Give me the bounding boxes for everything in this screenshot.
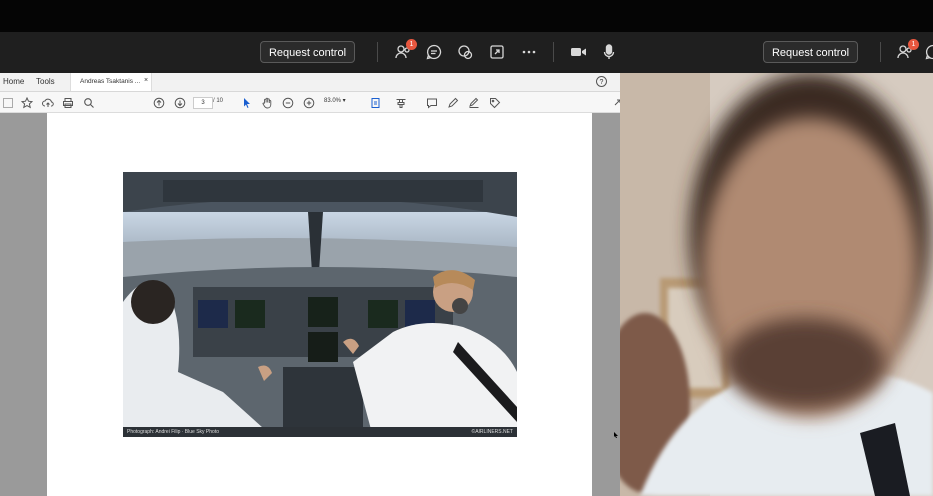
share-screen-icon[interactable] xyxy=(488,43,506,61)
sign-icon[interactable] xyxy=(468,96,480,108)
pdf-toolbar: 3 / 10 83.0% ▾ xyxy=(0,92,620,113)
request-control-button-2[interactable]: Request control xyxy=(763,41,858,63)
share-link-icon[interactable] xyxy=(611,96,620,108)
zoom-level-value: 83.0% xyxy=(324,98,342,104)
hand-tool-icon[interactable] xyxy=(261,96,273,109)
mouse-cursor-icon xyxy=(614,425,618,438)
request-control-button[interactable]: Request control xyxy=(260,41,355,63)
photo-caption: Photograph: Andrei Filip · Blue Sky Phot… xyxy=(127,429,219,435)
photo-credit: ©AIRLINERS.NET xyxy=(471,429,513,435)
stamp-tool-icon[interactable] xyxy=(395,96,407,108)
participants-icon-2[interactable]: 1 xyxy=(896,39,919,61)
fit-page-icon[interactable] xyxy=(370,96,382,108)
toolbar-divider xyxy=(553,42,554,62)
search-icon[interactable] xyxy=(83,96,95,108)
tag-icon[interactable] xyxy=(489,96,501,109)
bookmark-star-icon[interactable] xyxy=(20,96,34,109)
toolbar-divider xyxy=(377,42,378,62)
zoom-in-icon[interactable] xyxy=(303,96,315,109)
pdf-tab-bar: Home Tools Andreas Tsaktanis ... × ? xyxy=(0,73,620,92)
chat-icon[interactable] xyxy=(425,43,443,61)
tab-tools[interactable]: Tools xyxy=(36,77,55,86)
window-top-bar xyxy=(0,0,933,32)
more-options-icon[interactable] xyxy=(520,43,538,61)
participants-icon[interactable]: 1 xyxy=(394,39,417,61)
cockpit-photo: Photograph: Andrei Filip · Blue Sky Phot… xyxy=(123,172,517,437)
zoom-level-select[interactable]: 83.0% ▾ xyxy=(324,97,346,104)
previous-page-icon[interactable] xyxy=(153,96,165,109)
comment-icon[interactable] xyxy=(426,96,438,109)
camera-icon[interactable] xyxy=(569,43,587,61)
tab-home[interactable]: Home xyxy=(3,77,24,86)
page-total: / 10 xyxy=(213,98,224,104)
meeting-toolbar: Request control 1 Request control 1 xyxy=(0,32,933,73)
participant-video xyxy=(620,73,933,496)
chat-icon-2[interactable] xyxy=(924,43,933,61)
pdf-page: Photograph: Andrei Filip · Blue Sky Phot… xyxy=(47,113,592,496)
next-page-icon[interactable] xyxy=(174,96,186,109)
pdf-viewer-window: Home Tools Andreas Tsaktanis ... × ? 3 /… xyxy=(0,73,620,496)
print-icon[interactable] xyxy=(62,96,74,108)
select-cursor-icon[interactable] xyxy=(241,96,253,108)
tab-document[interactable]: Andreas Tsaktanis ... × xyxy=(70,73,152,91)
microphone-icon[interactable] xyxy=(600,43,618,61)
page-number-input[interactable]: 3 xyxy=(193,97,213,109)
participants-badge-2: 1 xyxy=(908,39,919,50)
upload-cloud-icon[interactable] xyxy=(42,96,54,108)
tab-close-icon[interactable]: × xyxy=(144,77,148,84)
toolbar-divider xyxy=(880,42,881,62)
help-icon[interactable]: ? xyxy=(596,76,607,87)
tab-document-title: Andreas Tsaktanis ... xyxy=(80,78,141,85)
highlight-pen-icon[interactable] xyxy=(447,96,459,108)
reactions-icon[interactable] xyxy=(456,43,474,61)
shared-content-stage: Home Tools Andreas Tsaktanis ... × ? 3 /… xyxy=(0,73,933,496)
zoom-out-icon[interactable] xyxy=(282,96,294,109)
save-icon[interactable] xyxy=(2,96,14,108)
participants-badge: 1 xyxy=(406,39,417,50)
